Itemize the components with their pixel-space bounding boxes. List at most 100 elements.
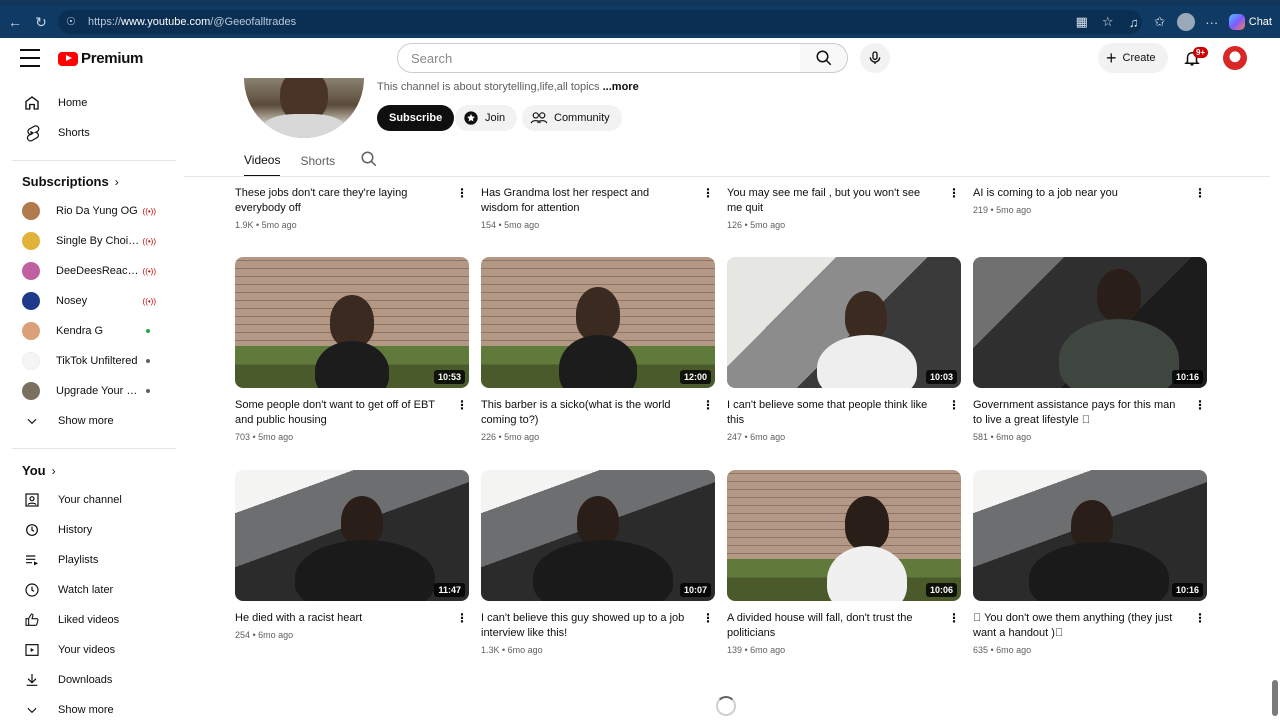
favorite-star-icon[interactable]: ☆	[1095, 9, 1121, 35]
video-title[interactable]: A divided house will fall, don't trust t…	[727, 611, 932, 641]
search-input[interactable]	[411, 50, 771, 66]
video-card[interactable]: 10:03 I can't believe some that people t…	[727, 257, 961, 442]
video-thumbnail[interactable]: 10:53	[235, 257, 469, 388]
youtube-premium-logo[interactable]: Premium	[58, 50, 143, 67]
sidebar-sub-item[interactable]: Rio Da Yung OG ((•))	[12, 196, 172, 226]
community-button[interactable]: Community	[522, 105, 622, 131]
sidebar-sub-item[interactable]: Kendra G	[12, 316, 172, 346]
video-thumbnail[interactable]: 10:16	[973, 257, 1207, 388]
video-thumbnail[interactable]: 11:47	[235, 470, 469, 601]
your-videos-icon	[22, 640, 42, 660]
video-card[interactable]: 11:47 He died with a racist heart 254 • …	[235, 470, 469, 640]
video-title[interactable]:   You don't owe them anything (they just…	[973, 611, 1178, 641]
chat-button[interactable]: Chat	[1225, 14, 1280, 30]
sidebar-item-history[interactable]: History	[12, 515, 172, 545]
sidebar-item-playlists[interactable]: Playlists	[12, 545, 172, 575]
more-options-icon[interactable]: ⋮	[948, 611, 961, 625]
channel-search-icon[interactable]	[360, 150, 378, 168]
sidebar-item-label: Rio Da Yung OG	[56, 205, 138, 217]
more-options-icon[interactable]: ⋮	[702, 398, 715, 412]
search-button[interactable]	[800, 43, 848, 73]
video-title[interactable]: This barber is a sicko(what is the world…	[481, 398, 686, 428]
sidebar-item-your-videos[interactable]: Your videos	[12, 635, 172, 665]
sidebar-item-watch-later[interactable]: Watch later	[12, 575, 172, 605]
profile-avatar[interactable]	[1176, 13, 1195, 31]
video-thumbnail[interactable]: 10:07	[481, 470, 715, 601]
more-options-icon[interactable]: ⋮	[456, 398, 469, 412]
video-title[interactable]: You may see me fail , but you won't see …	[727, 186, 932, 216]
refresh-icon[interactable]: ↻	[30, 11, 52, 33]
video-title[interactable]: AI is coming to a job near you	[973, 186, 1178, 201]
more-options-icon[interactable]: ⋮	[456, 186, 469, 200]
video-card[interactable]: 10:16 Government assistance pays for thi…	[973, 257, 1207, 442]
more-link[interactable]: ...more	[603, 81, 639, 93]
more-options-icon[interactable]: ⋮	[702, 611, 715, 625]
video-card[interactable]: 10:07 I can't believe this guy showed up…	[481, 470, 715, 655]
voice-search-button[interactable]	[860, 43, 890, 73]
sidebar-item-label: Your videos	[58, 644, 116, 656]
video-card[interactable]: 10:06 A divided house will fall, don't t…	[727, 470, 961, 655]
sidebar-sub-item[interactable]: Upgrade Your Life	[12, 376, 172, 406]
video-title[interactable]: I can't believe some that people think l…	[727, 398, 932, 428]
more-options-icon[interactable]: ⋮	[456, 611, 469, 625]
apps-icon[interactable]: ▦	[1069, 9, 1095, 35]
video-thumbnail[interactable]: 12:00	[481, 257, 715, 388]
sidebar-item-label: Kendra G	[56, 325, 104, 337]
sidebar-sub-item[interactable]: Single By Choice... ((•))	[12, 226, 172, 256]
subscriptions-heading[interactable]: Subscriptions ›	[22, 174, 119, 189]
video-thumbnail[interactable]: 10:03	[727, 257, 961, 388]
more-options-icon[interactable]: ⋮	[1194, 611, 1207, 625]
create-button[interactable]: + Create	[1098, 43, 1168, 73]
site-info-icon[interactable]: ☉	[66, 15, 80, 29]
video-card[interactable]: AI is coming to a job near you 219 • 5mo…	[973, 186, 1207, 215]
video-title[interactable]: These jobs don't care they're laying eve…	[235, 186, 440, 216]
video-card[interactable]: 12:00 This barber is a sicko(what is the…	[481, 257, 715, 442]
channel-description[interactable]: This channel is about storytelling,life,…	[377, 81, 639, 93]
more-options-icon[interactable]: ⋮	[1194, 186, 1207, 200]
video-thumbnail[interactable]: 10:06	[727, 470, 961, 601]
search-box[interactable]	[397, 43, 801, 73]
video-title[interactable]: Has Grandma lost her respect and wisdom …	[481, 186, 686, 216]
page-scrollbar[interactable]	[1272, 680, 1278, 716]
menu-dots-icon[interactable]: ···	[1199, 9, 1225, 35]
sidebar-item-home[interactable]: Home	[12, 88, 172, 118]
sidebar-item-shorts[interactable]: Shorts	[12, 118, 172, 148]
video-title[interactable]: Government assistance pays for this man …	[973, 398, 1178, 428]
address-bar[interactable]: ☉ https://www.youtube.com/@Geeofalltrade…	[58, 10, 1142, 34]
tab-shorts[interactable]: Shorts	[300, 145, 335, 177]
more-options-icon[interactable]: ⋮	[948, 398, 961, 412]
video-title[interactable]: He died with a racist heart	[235, 611, 440, 626]
sidebar-sub-item[interactable]: DeeDeesReactio... ((•))	[12, 256, 172, 286]
favorites-icon[interactable]: ✩	[1147, 9, 1173, 35]
sidebar-item-your-channel[interactable]: Your channel	[12, 485, 172, 515]
subscribe-button[interactable]: Subscribe	[377, 105, 455, 131]
sidebar-sub-item[interactable]: TikTok Unfiltered	[12, 346, 172, 376]
account-avatar[interactable]	[1223, 46, 1247, 70]
video-title[interactable]: Some people don't want to get off of EBT…	[235, 398, 440, 428]
you-show-more[interactable]: Show more	[12, 695, 172, 725]
sidebar-item-downloads[interactable]: Downloads	[12, 665, 172, 695]
people-icon	[530, 112, 548, 124]
sidebar-item-label: Liked videos	[58, 614, 120, 626]
video-card[interactable]: 10:16   You don't owe them anything (the…	[973, 470, 1207, 655]
join-button[interactable]: Join	[455, 105, 518, 131]
media-icon[interactable]: ♫	[1121, 9, 1147, 35]
video-card[interactable]: You may see me fail , but you won't see …	[727, 186, 961, 230]
video-card[interactable]: 10:53 Some people don't want to get off …	[235, 257, 469, 442]
video-title[interactable]: I can't believe this guy showed up to a …	[481, 611, 686, 641]
video-card[interactable]: These jobs don't care they're laying eve…	[235, 186, 469, 230]
subscriptions-show-more[interactable]: Show more	[12, 406, 172, 436]
video-thumbnail[interactable]: 10:16	[973, 470, 1207, 601]
tab-videos[interactable]: Videos	[244, 145, 281, 177]
video-card[interactable]: Has Grandma lost her respect and wisdom …	[481, 186, 715, 230]
hamburger-menu-icon[interactable]	[20, 49, 40, 67]
sidebar-sub-item[interactable]: Nosey ((•))	[12, 286, 172, 316]
channel-avatar-large[interactable]	[244, 78, 364, 138]
back-icon[interactable]: ←	[4, 11, 26, 33]
sidebar-item-liked-videos[interactable]: Liked videos	[12, 605, 172, 635]
more-options-icon[interactable]: ⋮	[1194, 398, 1207, 412]
more-options-icon[interactable]: ⋮	[948, 186, 961, 200]
channel-avatar	[22, 382, 40, 400]
you-heading[interactable]: You ›	[22, 463, 56, 478]
more-options-icon[interactable]: ⋮	[702, 186, 715, 200]
